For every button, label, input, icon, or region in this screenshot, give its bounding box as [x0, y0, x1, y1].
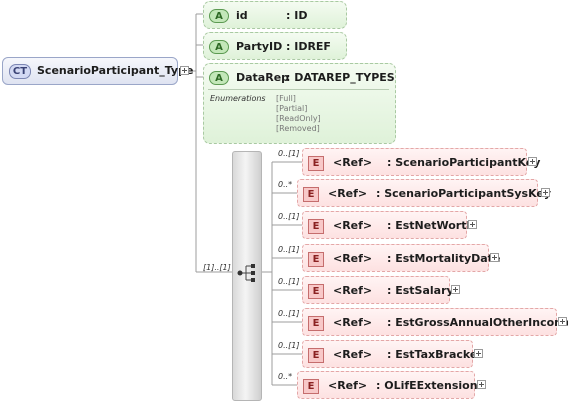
expand-icon[interactable]: [468, 220, 477, 229]
element-ref: <Ref>: [333, 348, 373, 361]
divider: [208, 89, 389, 90]
sequence-compositor[interactable]: [232, 151, 262, 401]
enumeration-value: [Partial]: [276, 104, 308, 113]
attribute-id[interactable]: A id : ID: [203, 1, 347, 29]
element-badge: E: [308, 156, 324, 171]
expand-icon[interactable]: [528, 157, 537, 166]
element-name: : EstTaxBracket: [387, 348, 483, 361]
expand-icon[interactable]: [558, 317, 567, 326]
element-name: : ScenarioParticipantSysKey: [376, 187, 552, 200]
element-estmortalitydate[interactable]: E <Ref> : EstMortalityDate: [302, 244, 500, 272]
attribute-name: PartyID: [236, 40, 283, 53]
element-name: : ScenarioParticipantKey: [387, 156, 541, 169]
complex-type-name: ScenarioParticipant_Type: [37, 64, 194, 77]
complex-type-badge: CT: [9, 64, 31, 79]
element-esttaxbracket[interactable]: E <Ref> : EstTaxBracket: [302, 340, 483, 368]
element-ref: <Ref>: [333, 219, 373, 232]
element-estgrossannualotherincome[interactable]: E <Ref> : EstGrossAnnualOtherIncome: [302, 308, 568, 336]
enumeration-value: [Full]: [276, 94, 296, 103]
expand-icon[interactable]: [451, 285, 460, 294]
element-badge: E: [303, 187, 319, 202]
element-name: : EstSalary: [387, 284, 454, 297]
element-name: : EstMortalityDate: [387, 252, 501, 265]
enumeration-value: [Removed]: [276, 124, 320, 133]
sequence-icon: [237, 264, 255, 282]
element-badge: E: [308, 348, 324, 363]
element-cardinality: 0..[1]: [278, 245, 300, 254]
attribute-type: : IDREF: [286, 40, 331, 53]
element-ref: <Ref>: [333, 284, 373, 297]
expand-icon[interactable]: [477, 380, 486, 389]
attribute-type: : ID: [286, 9, 308, 22]
expand-icon[interactable]: [490, 253, 499, 262]
attribute-partyid[interactable]: A PartyID : IDREF: [203, 32, 347, 60]
attribute-badge: A: [209, 71, 229, 85]
element-badge: E: [308, 219, 324, 234]
element-estsalary[interactable]: E <Ref> : EstSalary: [302, 276, 454, 304]
enumerations-label: Enumerations: [210, 94, 266, 103]
element-scenarioparticipantkey[interactable]: E <Ref> : ScenarioParticipantKey: [302, 148, 540, 176]
element-cardinality: 0..[1]: [278, 212, 300, 221]
element-name: : EstNetWorth: [387, 219, 475, 232]
complex-type-box[interactable]: CT ScenarioParticipant_Type: [2, 57, 193, 85]
sequence-cardinality: [1]..[1]: [203, 263, 231, 272]
element-scenarioparticipantsyskey[interactable]: E <Ref> : ScenarioParticipantSysKey: [297, 179, 551, 207]
element-cardinality: 0..*: [278, 180, 293, 189]
attribute-name: id: [236, 9, 248, 22]
attribute-badge: A: [209, 9, 229, 23]
element-ref: <Ref>: [333, 316, 373, 329]
element-name: : OLifEExtension: [376, 379, 478, 392]
element-name: : EstGrossAnnualOtherIncome: [387, 316, 568, 329]
expand-icon[interactable]: [541, 188, 550, 197]
attribute-badge: A: [209, 40, 229, 54]
element-cardinality: 0..[1]: [278, 309, 300, 318]
element-ref: <Ref>: [328, 187, 368, 200]
element-ref: <Ref>: [333, 252, 373, 265]
element-cardinality: 0..*: [278, 372, 293, 381]
element-ref: <Ref>: [328, 379, 368, 392]
expand-icon[interactable]: [474, 349, 483, 358]
element-badge: E: [308, 284, 324, 299]
element-estnetworth[interactable]: E <Ref> : EstNetWorth: [302, 211, 474, 239]
element-cardinality: 0..[1]: [278, 341, 300, 350]
expand-icon[interactable]: [180, 66, 189, 75]
element-badge: E: [308, 316, 324, 331]
attribute-type: : DATAREP_TYPES: [286, 71, 395, 84]
element-olifeextension[interactable]: E <Ref> : OLifEExtension: [297, 371, 478, 399]
attribute-name: DataRep: [236, 71, 290, 84]
element-ref: <Ref>: [333, 156, 373, 169]
element-badge: E: [308, 252, 324, 267]
attribute-datarep[interactable]: A DataRep : DATAREP_TYPES Enumerations […: [203, 63, 396, 144]
enumeration-value: [ReadOnly]: [276, 114, 321, 123]
element-cardinality: 0..[1]: [278, 277, 300, 286]
element-badge: E: [303, 379, 319, 394]
element-cardinality: 0..[1]: [278, 149, 300, 158]
